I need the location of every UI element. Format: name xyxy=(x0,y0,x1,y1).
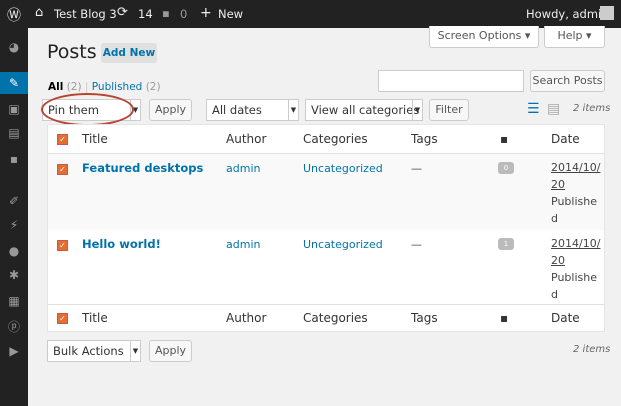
site-name-link[interactable]: Test Blog 3 xyxy=(54,7,117,21)
date-part1: 2014/10/ xyxy=(551,161,601,174)
column-title[interactable]: Title xyxy=(82,311,108,325)
updates-icon: ⟳ xyxy=(117,5,128,20)
collapse-icon[interactable]: ▶ xyxy=(0,340,28,362)
date-part2: 20 xyxy=(551,178,565,191)
status-part1: Publishe xyxy=(551,271,597,284)
items-count-bottom: 2 items xyxy=(573,344,611,355)
add-new-button[interactable]: Add New xyxy=(101,43,157,63)
updates-count[interactable]: 14 xyxy=(138,7,153,21)
comments-count[interactable]: 0 xyxy=(180,7,187,21)
settings-icon[interactable]: ▦ xyxy=(0,290,28,312)
post-title-link[interactable]: Hello world! xyxy=(82,237,161,251)
posts-table: ✓ Title Author Categories Tags ▪ Date ✓ … xyxy=(47,124,605,332)
chevron-down-icon: ▼ xyxy=(288,100,298,120)
plus-icon: + xyxy=(200,5,212,21)
search-input[interactable] xyxy=(378,70,524,92)
comment-column-icon[interactable]: ▪ xyxy=(500,311,508,325)
category-selected: View all categories xyxy=(311,103,420,117)
comment-column-icon[interactable]: ▪ xyxy=(500,132,508,146)
column-author: Author xyxy=(226,311,267,325)
author-link[interactable]: admin xyxy=(226,162,260,175)
status-part2: d xyxy=(551,288,558,301)
media-icon[interactable]: ▣ xyxy=(0,98,28,120)
comments-icon: ▪ xyxy=(162,6,170,20)
appearance-icon[interactable]: ✐ xyxy=(0,190,28,212)
table-footer: ✓ Title Author Categories Tags ▪ Date xyxy=(48,305,604,332)
column-date[interactable]: Date xyxy=(551,132,580,146)
column-categories: Categories xyxy=(303,311,368,325)
row-checkbox[interactable]: ✓ xyxy=(57,164,68,175)
column-tags: Tags xyxy=(411,311,438,325)
list-view-icon[interactable]: ☰ xyxy=(527,102,540,116)
date-cell: 2014/10/20 Publishe d xyxy=(551,159,601,227)
howdy-link[interactable]: Howdy, admin xyxy=(526,7,609,21)
separator: | xyxy=(84,81,89,93)
filter-button[interactable]: Filter xyxy=(429,99,469,121)
admin-sidebar: ◕ ✎ ▣ ▤ ▪ ✐ ⚡ ● ✱ ▦ ⓟ ▶ xyxy=(0,28,28,406)
column-author: Author xyxy=(226,132,267,146)
chevron-down-icon: ▼ xyxy=(130,341,140,361)
date-part2: 20 xyxy=(551,254,565,267)
apply-button-bottom[interactable]: Apply xyxy=(149,340,192,362)
help-button[interactable]: Help ▾ xyxy=(544,26,605,48)
dashboard-icon[interactable]: ◕ xyxy=(0,36,28,58)
view-all[interactable]: All xyxy=(48,81,63,93)
date-part1: 2014/10/ xyxy=(551,237,601,250)
all-count: (2) xyxy=(66,81,82,93)
comment-count-bubble[interactable]: 1 xyxy=(498,238,514,250)
items-count: 2 items xyxy=(573,103,611,114)
column-categories: Categories xyxy=(303,132,368,146)
wordpress-logo-icon[interactable]: Ⓦ xyxy=(7,5,21,25)
users-icon[interactable]: ● xyxy=(0,240,28,262)
date-cell: 2014/10/20 Publishe d xyxy=(551,235,601,303)
comments-menu-icon[interactable]: ▪ xyxy=(0,148,28,170)
author-link[interactable]: admin xyxy=(226,238,260,251)
view-filters: All (2) | Published (2) xyxy=(48,81,161,93)
status-part1: Publishe xyxy=(551,195,597,208)
category-filter-select[interactable]: View all categories ▼ xyxy=(305,99,423,121)
avatar[interactable] xyxy=(600,6,614,20)
view-published[interactable]: Published xyxy=(92,81,143,93)
chevron-down-icon: ▼ xyxy=(412,100,422,120)
comment-count-bubble[interactable]: 0 xyxy=(498,162,514,174)
published-count: (2) xyxy=(145,81,161,93)
admin-bar: Ⓦ ⌂ Test Blog 3 ⟳ 14 ▪ 0 + New Howdy, ad… xyxy=(0,0,621,28)
column-tags: Tags xyxy=(411,132,438,146)
row-checkbox[interactable]: ✓ xyxy=(57,240,68,251)
page-title: Posts xyxy=(47,41,97,63)
screen-options-button[interactable]: Screen Options ▾ xyxy=(429,26,539,48)
new-link[interactable]: New xyxy=(218,7,243,21)
date-filter-select[interactable]: All dates ▼ xyxy=(206,99,299,121)
status-part2: d xyxy=(551,212,558,225)
pinterest-icon[interactable]: ⓟ xyxy=(0,316,28,338)
column-date[interactable]: Date xyxy=(551,311,580,325)
tools-icon[interactable]: ✱ xyxy=(0,264,28,286)
highlight-ellipse xyxy=(41,93,134,126)
plugins-icon[interactable]: ⚡ xyxy=(0,214,28,236)
tags-value: — xyxy=(411,162,422,175)
apply-button[interactable]: Apply xyxy=(149,99,192,121)
column-title[interactable]: Title xyxy=(82,132,108,146)
excerpt-view-icon[interactable]: ▤ xyxy=(547,102,560,116)
bulk-selected: Bulk Actions xyxy=(53,344,124,358)
post-title-link[interactable]: Featured desktops xyxy=(82,161,203,175)
select-all-checkbox[interactable]: ✓ xyxy=(57,313,68,324)
posts-icon[interactable]: ✎ xyxy=(0,72,28,94)
table-row: ✓ Featured desktops admin Uncategorized … xyxy=(48,154,604,230)
category-link[interactable]: Uncategorized xyxy=(303,238,383,251)
table-header: ✓ Title Author Categories Tags ▪ Date xyxy=(48,125,604,154)
bulk-actions-select-bottom[interactable]: Bulk Actions ▼ xyxy=(47,340,141,362)
category-link[interactable]: Uncategorized xyxy=(303,162,383,175)
tags-value: — xyxy=(411,238,422,251)
select-all-checkbox[interactable]: ✓ xyxy=(57,134,68,145)
search-posts-button[interactable]: Search Posts xyxy=(530,70,605,92)
table-row: ✓ Hello world! admin Uncategorized — 1 2… xyxy=(48,230,604,305)
date-selected: All dates xyxy=(212,103,262,117)
home-icon: ⌂ xyxy=(35,5,44,20)
pages-icon[interactable]: ▤ xyxy=(0,122,28,144)
